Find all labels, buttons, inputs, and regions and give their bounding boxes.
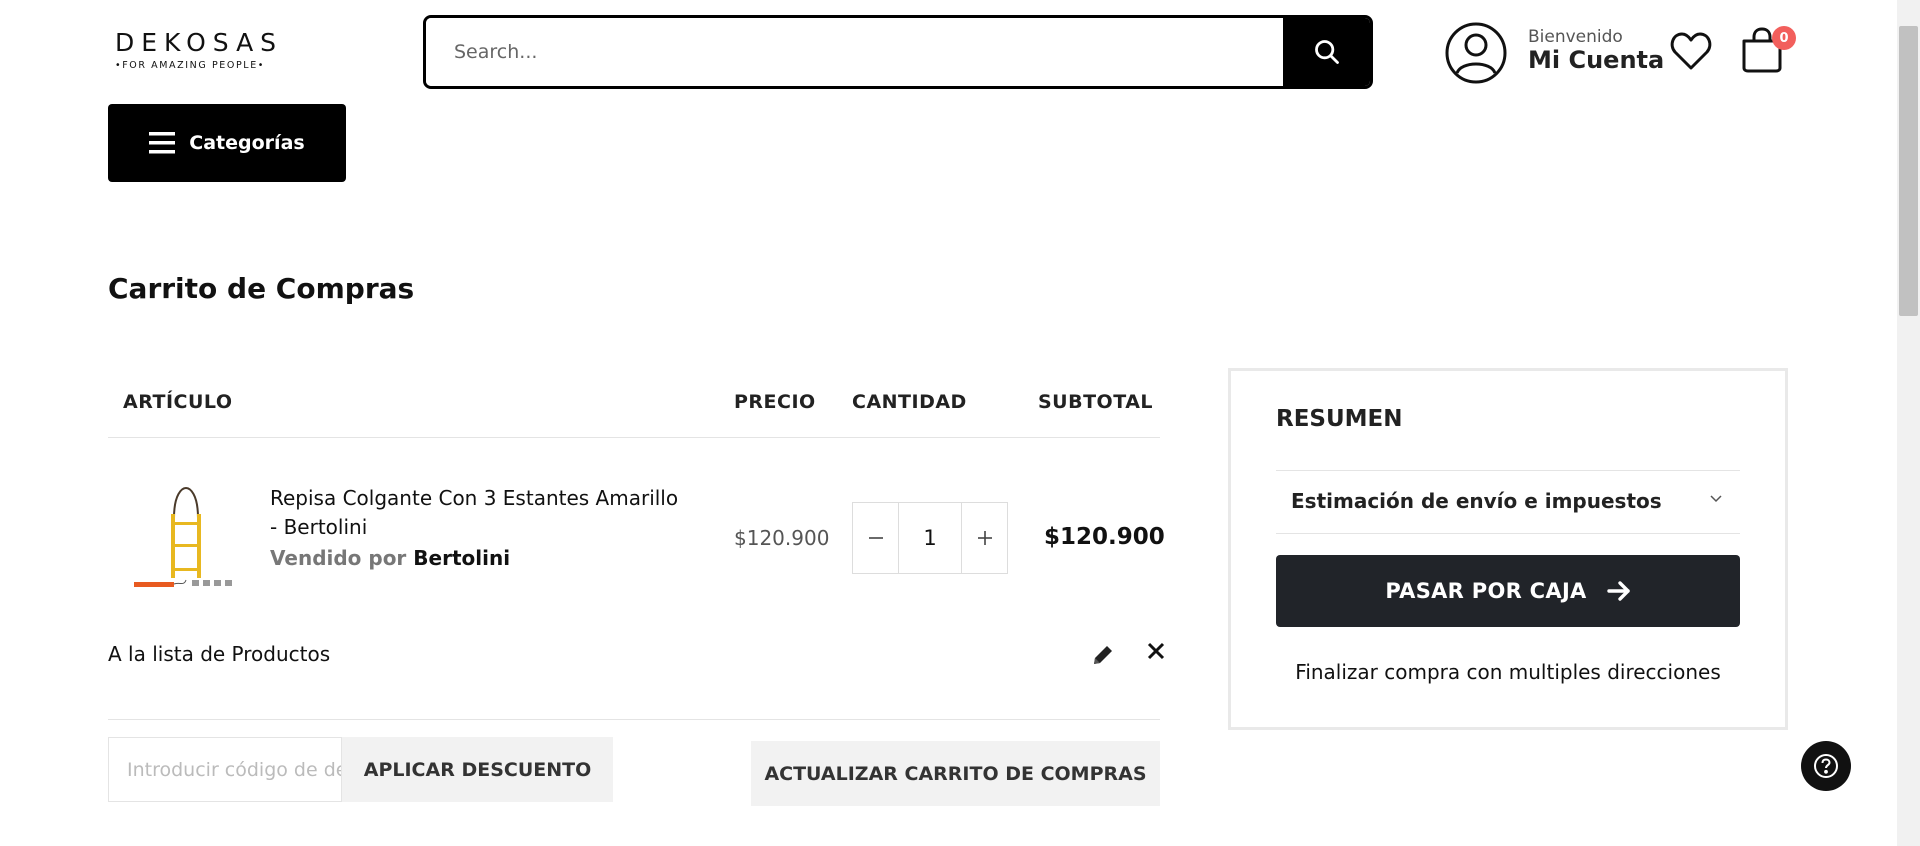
account-link[interactable]: Mi Cuenta xyxy=(1528,46,1664,74)
increase-quantity-button[interactable] xyxy=(962,503,1007,573)
logo-tagline: •FOR AMAZING PEOPLE• xyxy=(115,60,265,71)
column-header-article: ARTÍCULO xyxy=(123,391,233,413)
product-image[interactable] xyxy=(130,484,242,596)
column-header-quantity: CANTIDAD xyxy=(852,391,967,413)
item-price: $120.900 xyxy=(734,526,830,550)
cart-count-badge: 0 xyxy=(1772,26,1796,50)
item-divider xyxy=(108,719,1160,720)
categories-label: Categorías xyxy=(189,132,305,154)
close-icon[interactable] xyxy=(1143,638,1169,664)
column-header-subtotal: SUBTOTAL xyxy=(1038,391,1154,413)
sold-by: Vendido por Bertolini xyxy=(270,546,510,570)
minus-icon xyxy=(868,537,883,539)
search-bar xyxy=(423,15,1373,89)
item-subtotal: $120.900 xyxy=(1044,524,1165,550)
categories-button[interactable]: Categorías xyxy=(108,104,346,182)
seller-link[interactable]: Bertolini xyxy=(413,546,510,570)
decrease-quantity-button[interactable] xyxy=(853,503,898,573)
search-icon xyxy=(1314,40,1339,64)
update-cart-button[interactable]: ACTUALIZAR CARRITO DE COMPRAS xyxy=(751,741,1160,806)
user-circle-icon[interactable] xyxy=(1444,21,1508,85)
arrow-right-icon xyxy=(1606,581,1630,601)
shipping-estimate-label: Estimación de envío e impuestos xyxy=(1291,489,1662,513)
column-header-price: PRECIO xyxy=(734,391,816,413)
apply-discount-button[interactable]: APLICAR DESCUENTO xyxy=(342,737,613,802)
discount-code-input[interactable] xyxy=(108,737,342,802)
checkout-label: PASAR POR CAJA xyxy=(1385,579,1587,603)
move-to-wishlist-link[interactable]: A la lista de Productos xyxy=(108,642,330,666)
pencil-icon[interactable] xyxy=(1090,642,1116,668)
header-divider xyxy=(108,437,1160,438)
page-title: Carrito de Compras xyxy=(108,272,415,305)
search-input[interactable] xyxy=(426,18,1283,86)
hamburger-icon xyxy=(149,132,176,154)
chevron-down-icon xyxy=(1710,495,1722,503)
help-button[interactable] xyxy=(1801,741,1851,791)
question-icon xyxy=(1814,754,1838,778)
site-logo[interactable]: DEKOSAS •FOR AMAZING PEOPLE• xyxy=(115,28,285,76)
logo-text: DEKOSAS xyxy=(115,28,284,57)
welcome-text: Bienvenido xyxy=(1528,27,1623,47)
search-button[interactable] xyxy=(1283,18,1370,86)
multi-address-checkout-link[interactable]: Finalizar compra con multiples direccion… xyxy=(1276,660,1740,684)
checkout-button[interactable]: PASAR POR CAJA xyxy=(1276,555,1740,627)
quantity-stepper: 1 xyxy=(852,502,1008,574)
product-name-link[interactable]: Repisa Colgante Con 3 Estantes Amarillo … xyxy=(270,484,690,542)
scrollbar-thumb[interactable] xyxy=(1899,26,1918,316)
heart-icon[interactable] xyxy=(1669,30,1713,72)
sold-by-label: Vendido por xyxy=(270,546,407,570)
summary-title: RESUMEN xyxy=(1276,406,1403,432)
quantity-input[interactable]: 1 xyxy=(898,503,962,573)
plus-icon xyxy=(977,531,992,545)
shipping-estimate-toggle[interactable]: Estimación de envío e impuestos xyxy=(1276,470,1740,534)
